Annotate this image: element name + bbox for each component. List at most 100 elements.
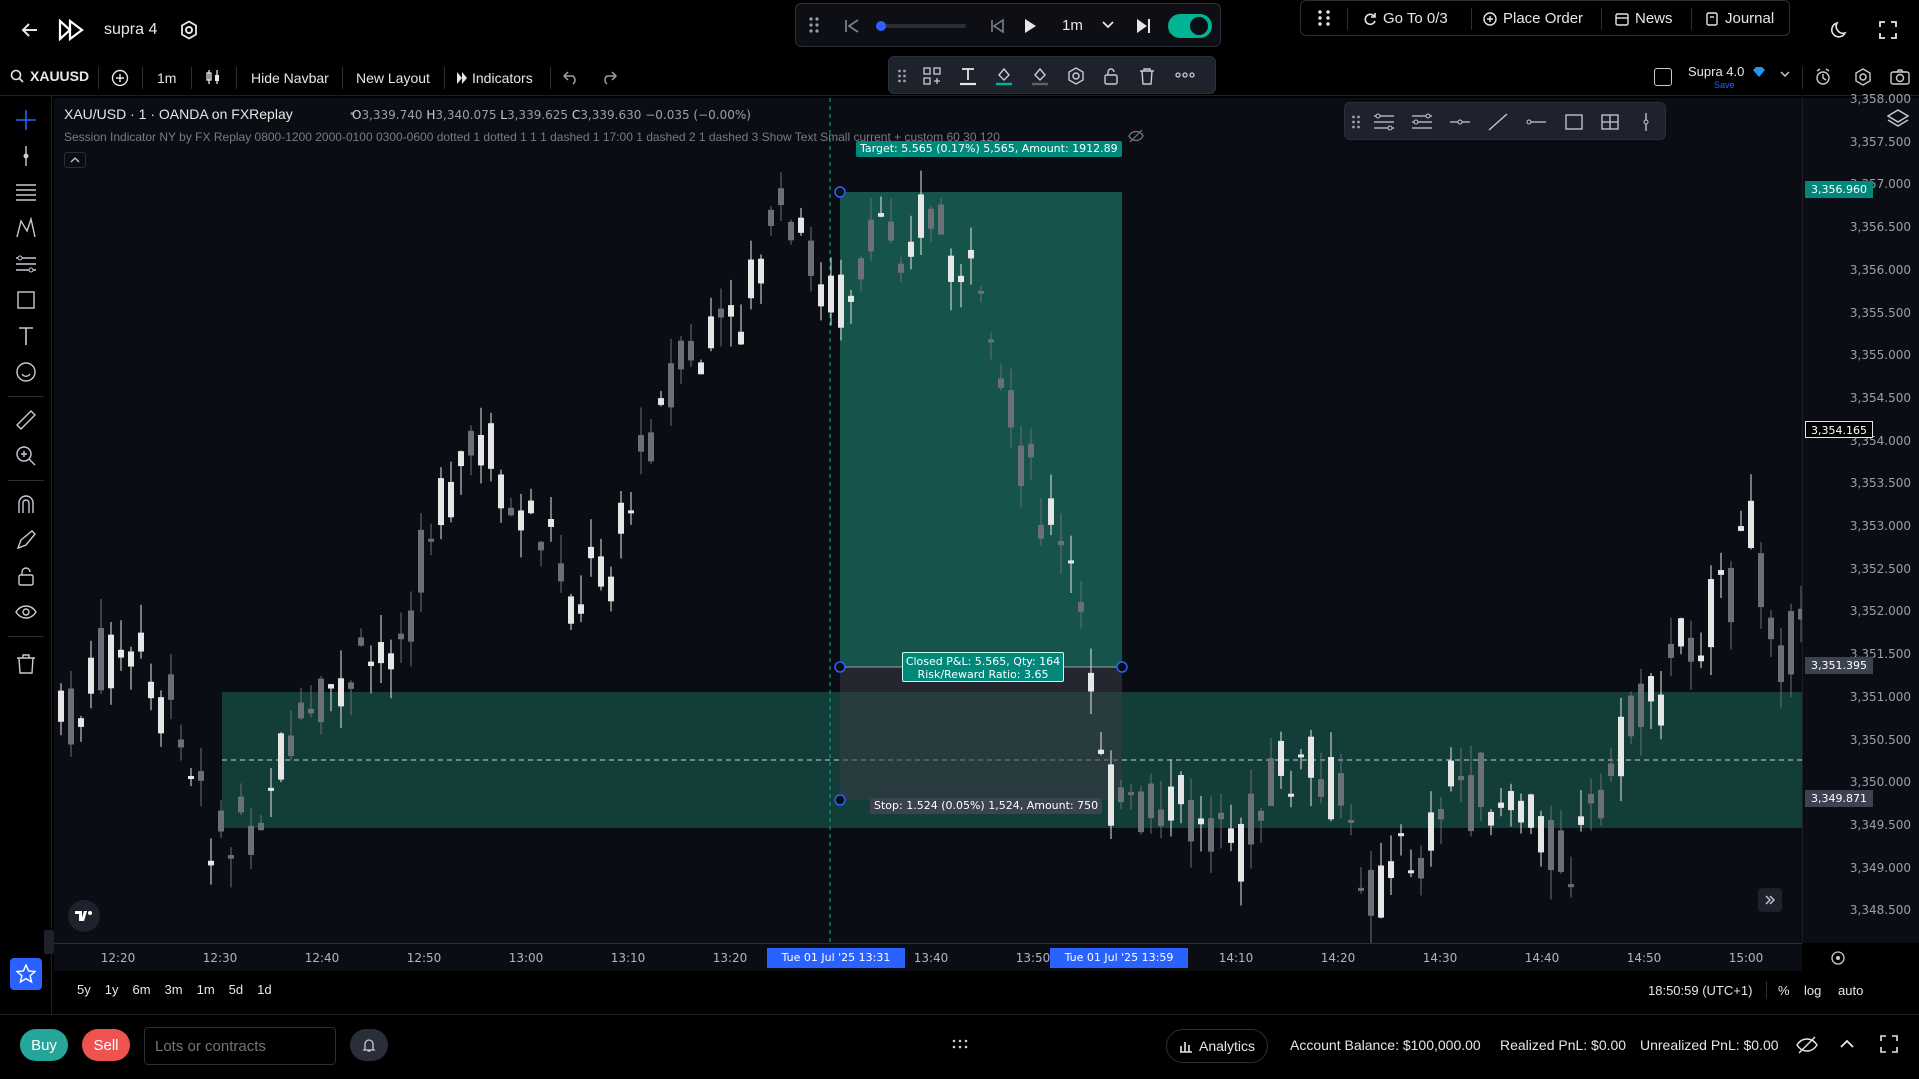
add-symbol-icon[interactable] [108,66,132,90]
trend-line-icon[interactable] [1487,112,1509,132]
camera-icon[interactable] [1890,68,1910,86]
target-label[interactable]: Target: 5.565 (0.17%) 5,565, Amount: 191… [856,141,1122,157]
grid-box-icon[interactable] [1599,112,1621,132]
remove-drawings-icon[interactable] [12,650,40,678]
fullscreen-icon[interactable] [1878,20,1898,40]
favorites-star-icon[interactable] [10,958,42,990]
indicators-button[interactable]: Indicators [456,70,533,86]
step-forward-icon[interactable] [1134,17,1152,35]
rectangle-icon[interactable] [12,286,40,314]
chevron-down-icon[interactable] [1780,70,1790,78]
percent-toggle[interactable]: % [1778,983,1790,998]
range-5y[interactable]: 5y [70,982,98,997]
range-6m[interactable]: 6m [125,982,157,997]
buy-button[interactable]: Buy [20,1029,68,1061]
lots-input[interactable] [144,1027,336,1065]
vertical-line-icon[interactable] [1635,112,1657,132]
clock[interactable]: 18:50:59 (UTC+1) [1648,983,1752,998]
dark-mode-moon-icon[interactable] [1830,20,1850,40]
stay-drawing-icon[interactable] [12,526,40,554]
trend-line-icon[interactable] [12,142,40,170]
jump-start-icon[interactable] [844,18,860,34]
playback-interval[interactable]: 1m [1062,17,1083,34]
hide-values-icon[interactable] [1796,1035,1818,1055]
layout-save-label[interactable]: Save [1714,80,1735,90]
legend-title[interactable]: XAU/USD · 1 · OANDA on FXReplay [64,106,293,122]
chart-canvas[interactable]: XAU/USD · 1 · OANDA on FXReplay • O3,339… [54,98,1802,943]
place-order-button[interactable]: Place Order [1483,10,1583,27]
magnet-icon[interactable] [12,490,40,518]
goto-button[interactable]: Go To 0/3 [1363,10,1448,27]
layout-checkbox[interactable] [1654,68,1672,86]
horizontal-lines-icon[interactable] [1373,112,1395,132]
fib-retracement-icon[interactable] [12,178,40,206]
back-arrow-icon[interactable] [18,18,42,42]
range-5d[interactable]: 5d [222,982,250,997]
alert-clock-icon[interactable] [1814,68,1832,86]
chevron-down-icon[interactable] [1102,20,1114,30]
slider-handle[interactable] [876,21,886,31]
rectangle-icon[interactable] [1563,112,1585,132]
drag-handle-icon[interactable] [897,68,907,84]
collapse-legend-button[interactable] [64,152,86,168]
range-1d[interactable]: 1d [250,982,278,997]
drag-handle-icon[interactable] [1351,114,1361,130]
range-1m[interactable]: 1m [190,982,222,997]
layers-icon[interactable] [1887,108,1909,128]
step-back-icon[interactable] [989,18,1005,34]
symbol-search[interactable]: XAUUSD [10,68,89,84]
hide-navbar-button[interactable]: Hide Navbar [251,70,329,86]
more-dots-icon[interactable] [1175,72,1195,78]
closed-pnl-label[interactable]: Closed P&L: 5.565, Qty: 164 Risk/Reward … [902,652,1064,682]
ray-icon[interactable] [1525,112,1547,132]
collapse-left-handle[interactable] [44,930,54,954]
stop-label[interactable]: Stop: 1.524 (0.05%) 1,524, Amount: 750 [870,798,1103,814]
tradingview-logo-icon[interactable] [68,900,100,932]
scroll-to-realtime-button[interactable] [1758,888,1782,912]
drag-dots-icon[interactable] [952,1039,968,1049]
news-button[interactable]: News [1615,10,1673,27]
forecast-icon[interactable] [12,250,40,278]
eye-hidden-icon[interactable] [1128,129,1144,143]
undo-icon[interactable] [562,69,580,85]
price-scale[interactable]: 3,358.000 3,357.500 3,357.000 3,356.500 3,35… [1802,92,1919,943]
hide-drawings-icon[interactable] [12,598,40,626]
time-settings-icon[interactable] [1830,950,1846,966]
horizontal-ray-icon[interactable] [1449,112,1471,132]
layout-name[interactable]: Supra 4.0 [1688,64,1744,79]
new-layout-button[interactable]: New Layout [356,70,430,86]
lock-icon[interactable] [1103,67,1119,85]
settings-icon[interactable] [1067,67,1085,85]
fill-color-icon[interactable] [995,66,1013,86]
parallel-channel-icon[interactable] [1411,112,1433,132]
settings-gear-icon[interactable] [178,19,200,41]
text-tool-icon[interactable] [12,322,40,350]
drag-handle-icon[interactable] [808,16,820,34]
interval-button[interactable]: 1m [157,70,176,86]
time-scale[interactable]: 12:20 12:30 12:40 12:50 13:00 13:10 13:20 13:40… [54,943,1845,971]
maximize-panel-icon[interactable] [1880,1035,1898,1053]
trash-icon[interactable] [1139,67,1155,85]
range-1y[interactable]: 1y [98,982,126,997]
stop-fill-color-icon[interactable] [1031,66,1049,86]
journal-button[interactable]: Journal [1705,10,1774,27]
log-toggle[interactable]: log [1804,983,1821,998]
lock-drawings-icon[interactable] [12,562,40,590]
ruler-icon[interactable] [12,406,40,434]
range-3m[interactable]: 3m [158,982,190,997]
analytics-button[interactable]: Analytics [1166,1029,1269,1063]
chart-settings-icon[interactable] [1854,68,1872,86]
autoplay-toggle[interactable] [1168,14,1212,38]
auto-toggle[interactable]: auto [1838,983,1863,998]
zoom-in-icon[interactable] [12,442,40,470]
playback-speed-slider[interactable] [876,21,966,31]
text-color-icon[interactable] [959,66,977,86]
redo-icon[interactable] [600,69,618,85]
pattern-icon[interactable] [12,214,40,242]
sell-button[interactable]: Sell [82,1029,130,1061]
alert-bell-button[interactable] [350,1029,388,1061]
candles-type-icon[interactable] [204,68,222,86]
chevron-up-icon[interactable] [1840,1039,1854,1049]
crosshair-icon[interactable] [12,106,40,134]
play-icon[interactable] [1022,17,1038,35]
